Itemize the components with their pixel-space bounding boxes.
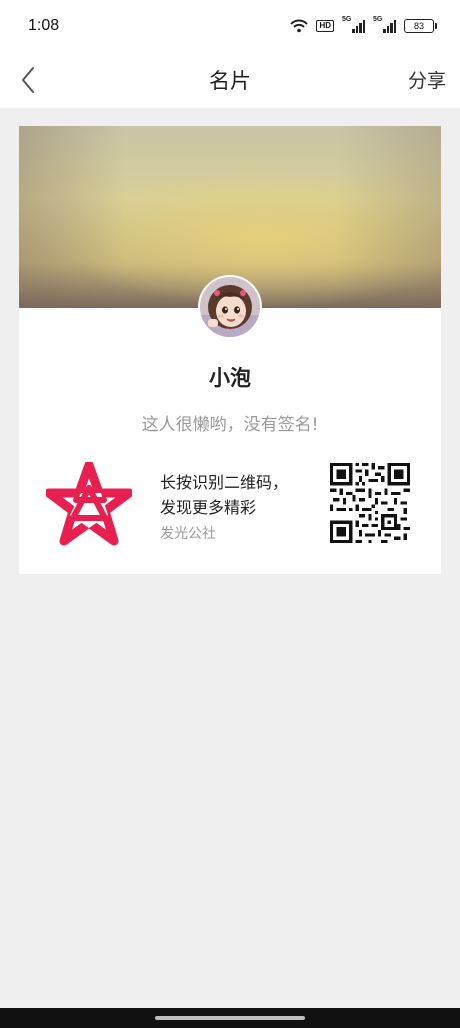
- page-title: 名片: [209, 69, 251, 93]
- user-name: 小泡: [209, 366, 251, 390]
- signal-icon-1: 5G: [342, 16, 365, 33]
- back-button[interactable]: [10, 62, 46, 98]
- battery-icon: 83: [404, 19, 437, 33]
- hd-icon: HD: [316, 20, 334, 32]
- status-bar: 1:08 HD 5G 5G 83: [0, 0, 460, 52]
- status-time: 1:08: [28, 17, 60, 34]
- home-indicator[interactable]: [155, 1016, 305, 1020]
- org-name: 发光公社: [160, 526, 216, 542]
- promo-text-line2: 发现更多精彩: [160, 498, 257, 517]
- bottom-navigation-bar: [0, 1008, 460, 1028]
- wifi-icon: [290, 19, 309, 33]
- signal-icon-2: 5G: [373, 16, 396, 33]
- avatar[interactable]: [198, 275, 262, 339]
- star-logo-icon: [44, 460, 134, 546]
- chevron-left-icon: [22, 67, 34, 93]
- promo-text-line1: 长按识别二维码，: [160, 473, 289, 492]
- qr-code-icon[interactable]: [330, 463, 410, 543]
- nav-bar: 名片 分享: [0, 52, 460, 108]
- share-button[interactable]: 分享: [408, 66, 446, 93]
- status-icons: HD 5G 5G 83: [290, 16, 437, 33]
- user-signature: 这人很懒哟，没有签名!: [141, 415, 319, 435]
- business-card: 小泡 这人很懒哟，没有签名! 长按识别二维码， 发现更多精彩 发光公社: [19, 126, 441, 574]
